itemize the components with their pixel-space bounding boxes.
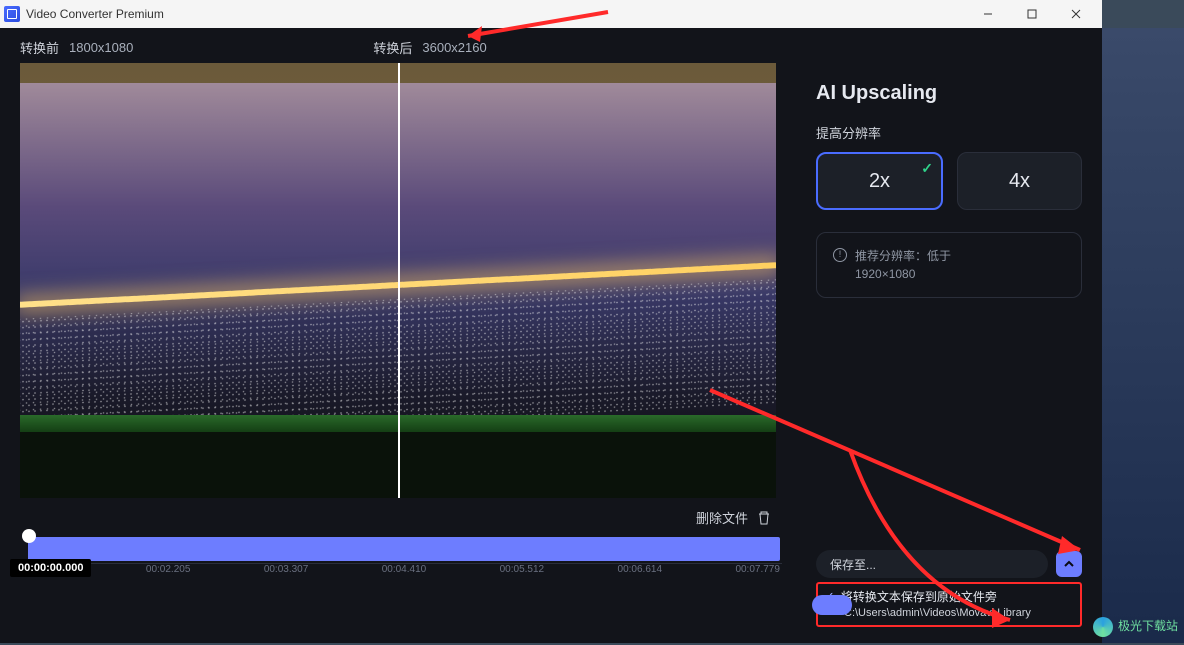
resolution-row: 转换前 1800x1080 转换后 3600x2160	[10, 28, 786, 63]
after-label: 转换后	[373, 38, 412, 57]
tick: 00:05.512	[500, 564, 545, 575]
comparison-slider[interactable]	[398, 63, 400, 498]
app-window: Video Converter Premium 转换前 1800x1080 转换…	[0, 0, 1102, 643]
tick: 00:06.614	[618, 564, 663, 575]
save-to-label: 保存至...	[830, 556, 876, 573]
clip-bar[interactable]	[28, 537, 780, 561]
delete-file-label: 删除文件	[696, 508, 748, 527]
video-preview[interactable]	[20, 63, 776, 498]
watermark-logo-icon	[1093, 617, 1113, 637]
resolution-sub-label: 提高分辨率	[816, 123, 1082, 142]
ruler: 00:01.102 00:02.205 00:03.307 00:04.410 …	[14, 563, 782, 577]
watermark: 极光下载站	[1093, 617, 1178, 637]
ai-upscaling-title: AI Upscaling	[816, 82, 1082, 105]
info-icon: !	[833, 248, 847, 262]
save-to-button[interactable]: 保存至...	[816, 550, 1048, 578]
convert-button[interactable]	[812, 595, 852, 615]
minimize-button[interactable]	[966, 0, 1010, 28]
before-value: 1800x1080	[69, 40, 133, 55]
scale-4x-button[interactable]: 4x	[957, 152, 1082, 210]
after-value: 3600x2160	[422, 40, 486, 55]
before-label: 转换前	[20, 38, 59, 57]
title-bar: Video Converter Premium	[0, 0, 1102, 28]
playhead[interactable]	[22, 529, 36, 543]
tick: 00:02.205	[146, 564, 191, 575]
scale-2x-button[interactable]: 2x ✓	[816, 152, 943, 210]
tick: 00:04.410	[382, 564, 427, 575]
chevron-up-icon	[1064, 559, 1074, 569]
app-icon	[4, 6, 20, 22]
info-line1: 推荐分辨率：低于	[855, 247, 951, 265]
scale-2x-label: 2x	[869, 170, 890, 193]
maximize-button[interactable]	[1010, 0, 1054, 28]
save-to-expand-button[interactable]	[1056, 551, 1082, 577]
tick: 00:07.779	[735, 564, 780, 575]
current-time: 00:00:00.000	[10, 559, 91, 577]
check-icon: ✓	[921, 160, 933, 177]
info-line2: 1920×1080	[855, 265, 951, 283]
settings-pane: AI Upscaling 提高分辨率 2x ✓ 4x ! 推荐分辨率：低于 19…	[796, 28, 1102, 643]
watermark-text: 极光下载站	[1118, 619, 1178, 633]
timeline[interactable]: 00:01.102 00:02.205 00:03.307 00:04.410 …	[10, 531, 786, 577]
save-path: C:\Users\admin\Videos\Movavi Library	[824, 607, 1074, 619]
recommendation-box: ! 推荐分辨率：低于 1920×1080	[816, 232, 1082, 298]
save-dropdown[interactable]: ✓ 将转换文本保存到原始文件旁 C:\Users\admin\Videos\Mo…	[816, 582, 1082, 627]
trash-icon[interactable]	[756, 510, 772, 526]
preview-pane: 转换前 1800x1080 转换后 3600x2160 删除文件	[0, 28, 796, 643]
app-title: Video Converter Premium	[26, 7, 164, 21]
save-option-label: 将转换文本保存到原始文件旁	[841, 588, 997, 605]
close-button[interactable]	[1054, 0, 1098, 28]
desktop-background	[1102, 28, 1184, 643]
tick: 00:03.307	[264, 564, 309, 575]
scale-4x-label: 4x	[1009, 170, 1030, 193]
